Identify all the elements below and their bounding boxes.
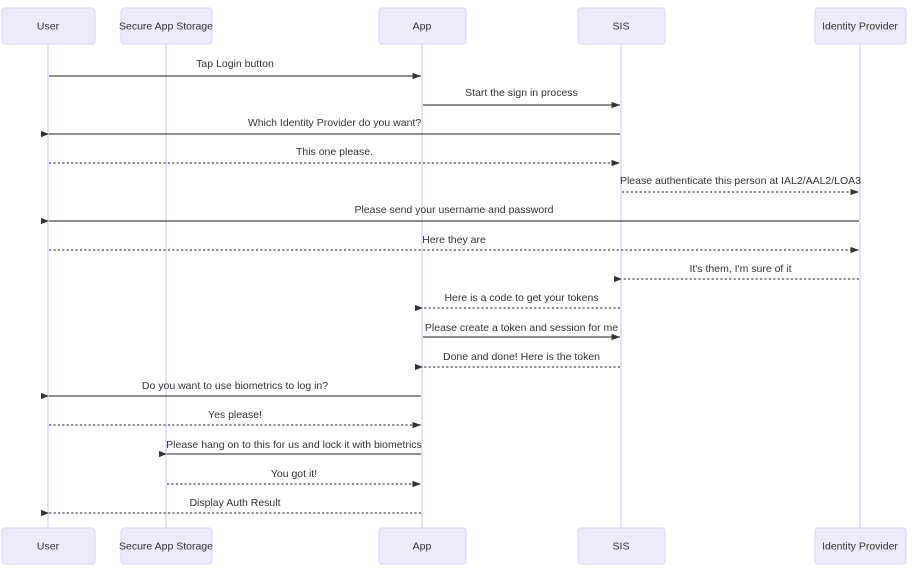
message-14: Please hang on to this for us and lock i…	[159, 439, 422, 458]
footer-actors-group: User Secure App Storage App SIS Identity Pro…	[1, 527, 907, 565]
message-7: Here they are	[49, 234, 859, 254]
message-1: Tap Login button	[49, 58, 421, 80]
message-label-3: Which Identity Provider do you want?	[248, 117, 421, 129]
message-12: Do you want to use biometrics to log in?	[41, 380, 421, 400]
message-label-4: This one please.	[296, 146, 373, 158]
footer-actor-user[interactable]: User	[1, 527, 96, 565]
footer-actor-idp[interactable]: Identity Provider	[814, 527, 907, 565]
header-actor-label-app: App	[413, 20, 432, 32]
header-actor-idp[interactable]: Identity Provider	[814, 7, 907, 45]
footer-actor-app[interactable]: App	[378, 527, 467, 565]
header-actor-sis[interactable]: SIS	[577, 7, 666, 45]
message-label-5: Please authenticate this person at IAL2/…	[620, 175, 861, 187]
lifelines-group	[47, 44, 861, 528]
header-actor-app[interactable]: App	[378, 7, 467, 45]
footer-actor-label-sis: SIS	[613, 540, 630, 552]
message-8: It's them, I'm sure of it	[614, 263, 859, 283]
header-actor-storage[interactable]: Secure App Storage	[119, 7, 213, 45]
message-9: Here is a code to get your tokens	[415, 292, 620, 312]
footer-actor-label-storage: Secure App Storage	[119, 540, 213, 552]
sequence-diagram: Tap Login button Start the sign in proces…	[0, 0, 912, 573]
message-label-14: Please hang on to this for us and lock i…	[166, 439, 422, 451]
message-label-11: Done and done! Here is the token	[443, 351, 600, 363]
message-15: You got it!	[167, 468, 421, 488]
header-actor-user[interactable]: User	[1, 7, 96, 45]
message-13: Yes please!	[49, 409, 421, 429]
footer-actor-storage[interactable]: Secure App Storage	[119, 527, 213, 565]
message-label-13: Yes please!	[208, 409, 262, 421]
message-label-10: Please create a token and session for me	[425, 322, 618, 334]
footer-actor-sis[interactable]: SIS	[577, 527, 666, 565]
message-label-9: Here is a code to get your tokens	[444, 292, 598, 304]
message-label-6: Please send your username and password	[354, 204, 553, 216]
message-label-7: Here they are	[422, 234, 486, 246]
message-3: Which Identity Provider do you want?	[41, 117, 620, 138]
message-6: Please send your username and password	[41, 204, 859, 225]
header-actor-label-sis: SIS	[613, 20, 630, 32]
message-4: This one please.	[49, 146, 620, 167]
header-actor-label-idp: Identity Provider	[822, 20, 898, 32]
message-label-2: Start the sign in process	[465, 87, 578, 99]
message-label-16: Display Auth Result	[189, 497, 280, 509]
message-label-12: Do you want to use biometrics to log in?	[142, 380, 328, 392]
messages-group: Tap Login button Start the sign in proces…	[41, 58, 861, 517]
header-actor-label-storage: Secure App Storage	[119, 20, 213, 32]
message-label-15: You got it!	[271, 468, 317, 480]
sequence-diagram-canvas: Tap Login button Start the sign in proces…	[1, 7, 907, 565]
message-11: Done and done! Here is the token	[415, 351, 620, 371]
message-2: Start the sign in process	[423, 87, 620, 109]
message-16: Display Auth Result	[41, 497, 421, 517]
message-label-1: Tap Login button	[196, 58, 274, 70]
header-actors-group: User Secure App Storage App SIS Identity Pro…	[1, 7, 907, 45]
message-label-8: It's them, I'm sure of it	[689, 263, 791, 275]
footer-actor-label-user: User	[37, 540, 60, 552]
message-5: Please authenticate this person at IAL2/…	[620, 175, 861, 196]
header-actor-label-user: User	[37, 20, 60, 32]
footer-actor-label-app: App	[413, 540, 432, 552]
footer-actor-label-idp: Identity Provider	[822, 540, 898, 552]
message-10: Please create a token and session for me	[423, 322, 620, 341]
